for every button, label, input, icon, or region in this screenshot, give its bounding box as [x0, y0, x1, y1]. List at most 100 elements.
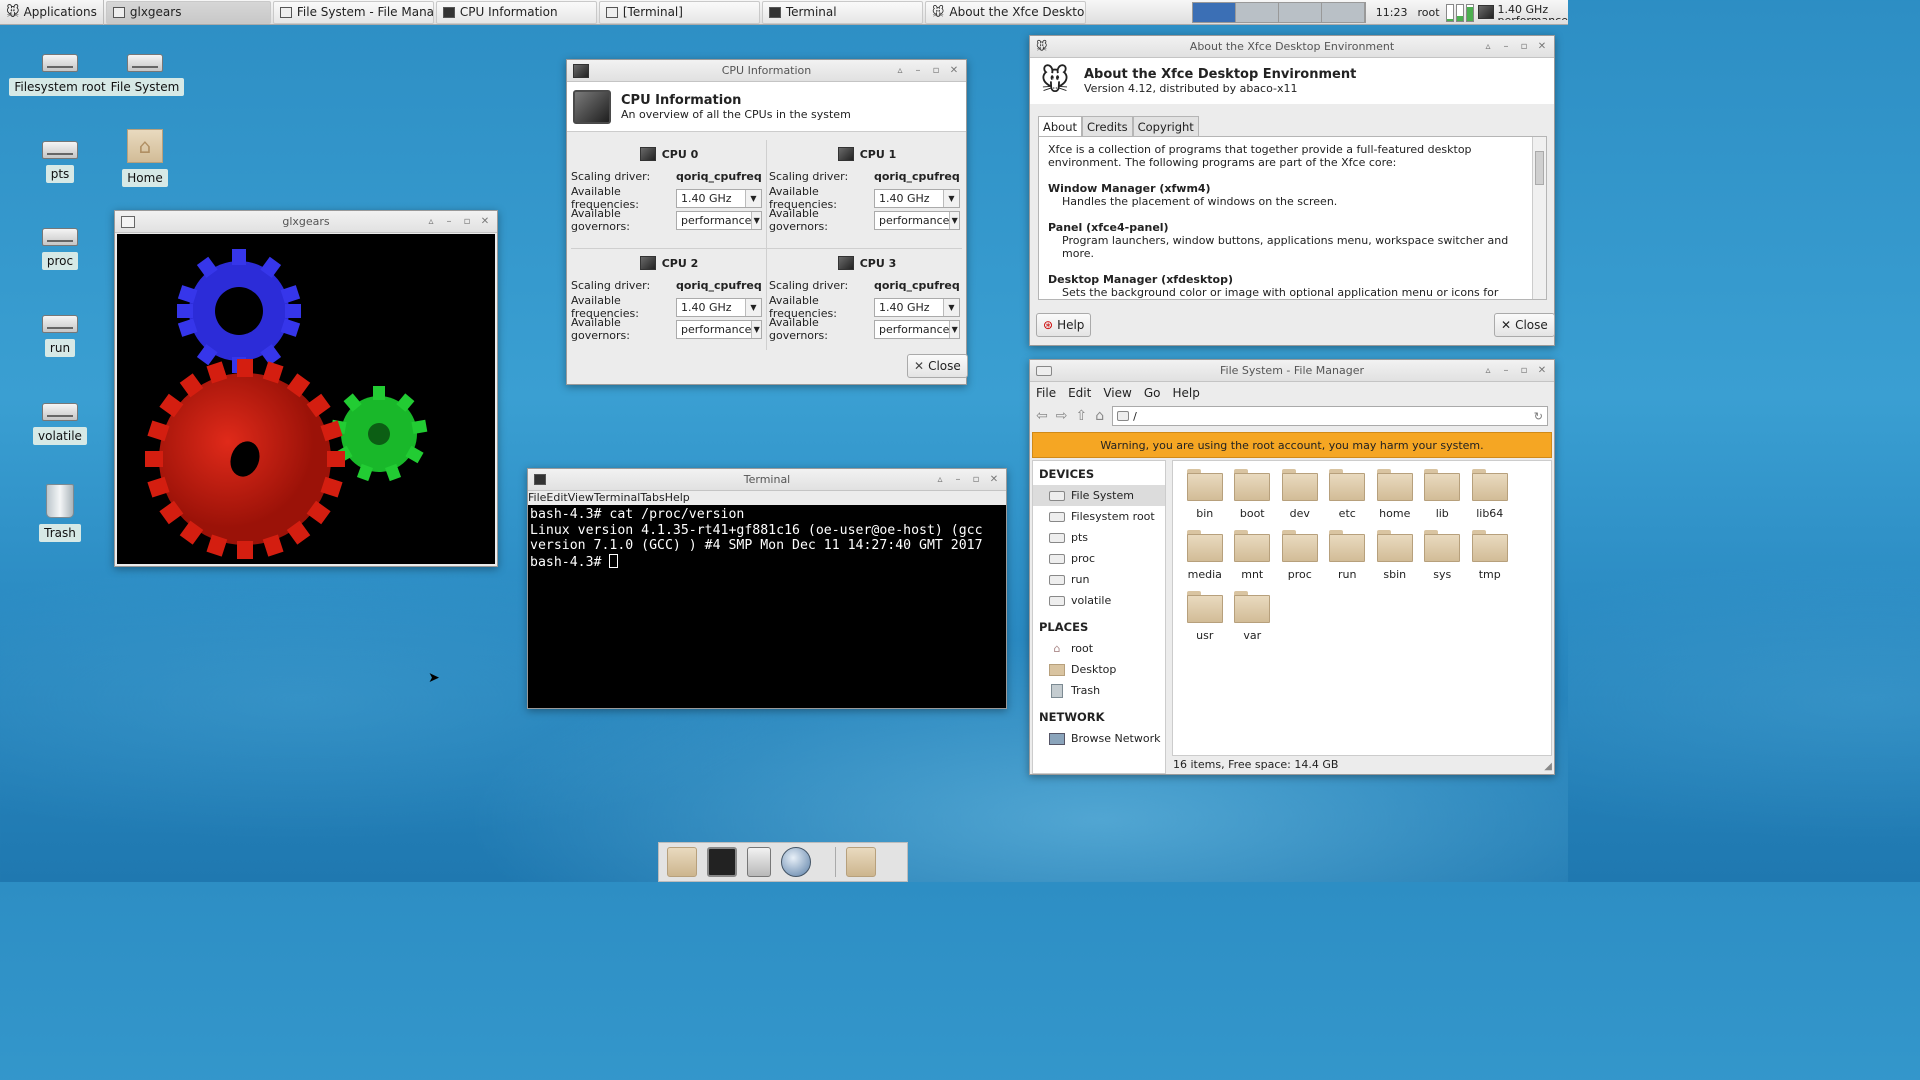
- tab-copyright[interactable]: Copyright: [1132, 116, 1199, 137]
- folder-proc[interactable]: proc: [1276, 530, 1324, 581]
- close-icon[interactable]: ✕: [948, 65, 960, 77]
- minimize-icon[interactable]: –: [443, 216, 455, 228]
- governor-select[interactable]: performance ▼: [874, 319, 960, 339]
- task-glxgears[interactable]: glxgears: [105, 0, 271, 24]
- title-bar[interactable]: CPU Information ▵ – ▫ ✕: [567, 60, 966, 82]
- side-item-run[interactable]: run: [1033, 569, 1165, 590]
- home-icon[interactable]: ⌂: [1095, 408, 1104, 424]
- close-icon[interactable]: ✕: [1536, 365, 1548, 377]
- menu-help[interactable]: Help: [1172, 386, 1199, 400]
- folder-lib[interactable]: lib: [1419, 469, 1467, 520]
- maximize-icon[interactable]: ▫: [461, 216, 473, 228]
- folder-bin[interactable]: bin: [1181, 469, 1229, 520]
- workspace-1[interactable]: [1192, 2, 1236, 22]
- menu-file[interactable]: File: [1036, 386, 1056, 400]
- folder-media[interactable]: media: [1181, 530, 1229, 581]
- maximize-icon[interactable]: ▫: [1518, 41, 1530, 53]
- workspace-4[interactable]: [1321, 2, 1365, 22]
- title-bar[interactable]: glxgears ▵ – ▫ ✕: [115, 211, 497, 233]
- minimize-icon[interactable]: –: [952, 474, 964, 486]
- folder-run[interactable]: run: [1324, 530, 1372, 581]
- governor-select[interactable]: performance ▼: [676, 210, 762, 230]
- workspace-3[interactable]: [1278, 2, 1322, 22]
- close-icon[interactable]: ✕: [988, 474, 1000, 486]
- title-bar[interactable]: File System - File Manager ▵ – ▫ ✕: [1030, 360, 1554, 382]
- frequency-select[interactable]: 1.40 GHz ▼: [874, 188, 960, 208]
- applications-menu-button[interactable]: 🐭 Applications: [0, 0, 104, 25]
- folder-boot[interactable]: boot: [1229, 469, 1277, 520]
- desktop-icon-filesystem-root[interactable]: Filesystem root: [9, 42, 111, 96]
- folder-lib64[interactable]: lib64: [1466, 469, 1514, 520]
- folder-sys[interactable]: sys: [1419, 530, 1467, 581]
- task-cpu-information[interactable]: CPU Information: [435, 0, 597, 24]
- desktop-icon-volatile[interactable]: volatile: [15, 391, 105, 445]
- workspace-2[interactable]: [1235, 2, 1279, 22]
- side-item-filesystem-root[interactable]: Filesystem root: [1033, 506, 1165, 527]
- minimize-icon[interactable]: –: [1500, 365, 1512, 377]
- tab-about[interactable]: About: [1038, 116, 1083, 137]
- menu-file[interactable]: File: [528, 491, 546, 505]
- about-text-view[interactable]: Xfce is a collection of programs that to…: [1038, 136, 1547, 300]
- folder-mnt[interactable]: mnt: [1229, 530, 1277, 581]
- terminal-output[interactable]: bash-4.3# cat /proc/version Linux version…: [528, 505, 1006, 708]
- help-button[interactable]: ⊛ Help: [1036, 313, 1092, 337]
- up-icon[interactable]: ⇧: [1075, 408, 1087, 424]
- title-bar[interactable]: Terminal ▵ – ▫ ✕: [528, 469, 1006, 491]
- desktop-icon-run[interactable]: run: [15, 303, 105, 357]
- reload-icon[interactable]: ↻: [1534, 410, 1543, 423]
- menu-tabs[interactable]: Tabs: [640, 491, 664, 505]
- folder-dev[interactable]: dev: [1276, 469, 1324, 520]
- close-button[interactable]: ✕ Close: [907, 354, 968, 378]
- web-browser-icon[interactable]: [781, 847, 811, 877]
- clock[interactable]: 11:23: [1366, 6, 1418, 19]
- side-item-desktop[interactable]: Desktop: [1033, 659, 1165, 680]
- terminal-icon[interactable]: [707, 847, 737, 877]
- maximize-icon[interactable]: ▫: [930, 65, 942, 77]
- workspace-switcher[interactable]: [1191, 1, 1366, 23]
- side-item-file-system[interactable]: File System: [1033, 485, 1165, 506]
- menu-view[interactable]: View: [1103, 386, 1131, 400]
- scrollbar[interactable]: [1532, 137, 1546, 299]
- close-button[interactable]: ✕ Close: [1494, 313, 1555, 337]
- tab-credits[interactable]: Credits: [1082, 116, 1133, 137]
- desktop-icon-home[interactable]: ⌂ Home: [100, 129, 190, 187]
- folder-sbin[interactable]: sbin: [1371, 530, 1419, 581]
- menu-terminal[interactable]: Terminal: [594, 491, 641, 505]
- shade-icon[interactable]: ▵: [1482, 41, 1494, 53]
- minimize-icon[interactable]: –: [912, 65, 924, 77]
- shade-icon[interactable]: ▵: [934, 474, 946, 486]
- desktop-icon-trash[interactable]: Trash: [15, 484, 105, 542]
- folder-usr[interactable]: usr: [1181, 591, 1229, 642]
- back-icon[interactable]: ⇦: [1036, 408, 1048, 424]
- menu-view[interactable]: View: [568, 491, 594, 505]
- folder-icon[interactable]: [846, 847, 876, 877]
- resize-grip-icon[interactable]: ◢: [1544, 761, 1552, 772]
- governor-select[interactable]: performance ▼: [874, 210, 960, 230]
- task-about-xfce[interactable]: 🐭About the Xfce Desktop E...: [924, 0, 1086, 24]
- menu-edit[interactable]: Edit: [1068, 386, 1091, 400]
- side-item-proc[interactable]: proc: [1033, 548, 1165, 569]
- file-view[interactable]: bin boot dev etc home lib lib64 media mn…: [1172, 460, 1552, 756]
- menu-go[interactable]: Go: [1144, 386, 1161, 400]
- shade-icon[interactable]: ▵: [1482, 365, 1494, 377]
- side-item-trash[interactable]: Trash: [1033, 680, 1165, 701]
- side-item-volatile[interactable]: volatile: [1033, 590, 1165, 611]
- side-item-browse-network[interactable]: Browse Network: [1033, 728, 1165, 749]
- cpu-frequency-plugin[interactable]: 1.40 GHz performance: [1494, 4, 1568, 20]
- frequency-select[interactable]: 1.40 GHz ▼: [676, 297, 762, 317]
- side-item-pts[interactable]: pts: [1033, 527, 1165, 548]
- task-terminal[interactable]: Terminal: [761, 0, 923, 24]
- frequency-select[interactable]: 1.40 GHz ▼: [676, 188, 762, 208]
- desktop-icon-proc[interactable]: proc: [15, 216, 105, 270]
- show-desktop-icon[interactable]: [667, 847, 697, 877]
- location-bar[interactable]: / ↻: [1112, 406, 1548, 426]
- frequency-select[interactable]: 1.40 GHz ▼: [874, 297, 960, 317]
- desktop-icon-pts[interactable]: pts: [15, 129, 105, 183]
- maximize-icon[interactable]: ▫: [1518, 365, 1530, 377]
- task-file-manager[interactable]: File System - File Manager: [272, 0, 434, 24]
- folder-var[interactable]: var: [1229, 591, 1277, 642]
- menu-help[interactable]: Help: [665, 491, 690, 505]
- folder-tmp[interactable]: tmp: [1466, 530, 1514, 581]
- close-icon[interactable]: ✕: [479, 216, 491, 228]
- shade-icon[interactable]: ▵: [894, 65, 906, 77]
